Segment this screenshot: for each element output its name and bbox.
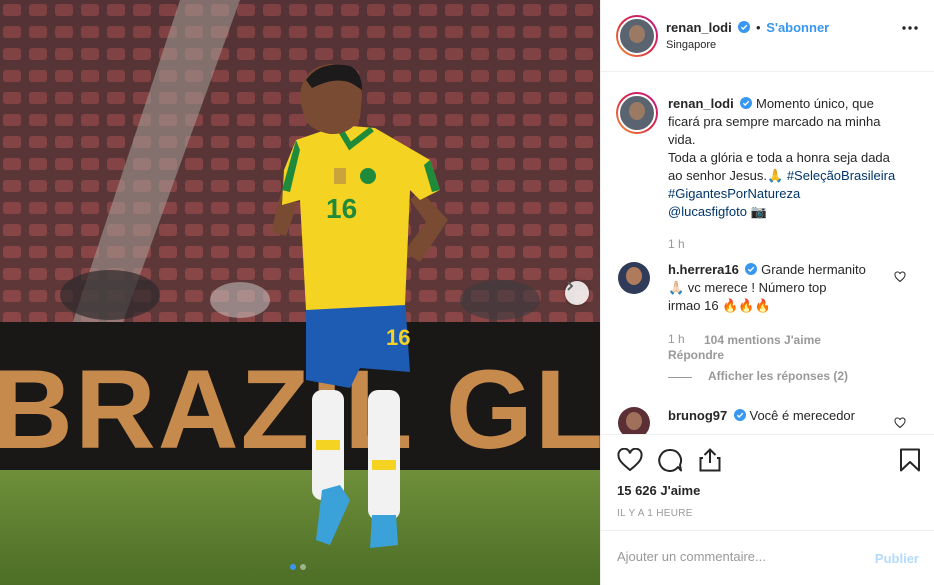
post-timestamp[interactable]: IL Y A 1 HEURE xyxy=(617,508,693,519)
carousel-dot xyxy=(300,564,306,570)
caption-time[interactable]: 1 h xyxy=(668,237,685,251)
caption-line: vida. xyxy=(668,132,696,147)
banner-text: BRAZIL GLOBA xyxy=(0,347,600,472)
comment-text: Grande hermanito xyxy=(761,262,866,277)
like-heart-icon[interactable] xyxy=(617,448,643,472)
save-bookmark-icon[interactable] xyxy=(899,448,921,472)
caption-username[interactable]: renan_lodi xyxy=(668,96,734,111)
verified-badge-icon xyxy=(738,21,751,33)
caption-avatar[interactable] xyxy=(616,92,658,134)
caption-line: Momento único, que xyxy=(756,96,874,111)
caption: renan_lodi Momento único, que ficará pra… xyxy=(668,95,923,221)
camera-emoji: 📷 xyxy=(750,204,767,219)
likes-count[interactable]: 15 626 J'aime xyxy=(617,483,700,498)
hashtag-link[interactable]: #SeleçãoBrasileira xyxy=(787,168,895,183)
reply-button[interactable]: Répondre xyxy=(668,348,724,362)
more-options-icon[interactable] xyxy=(902,26,918,30)
share-icon[interactable] xyxy=(698,448,722,472)
post-location[interactable]: Singapore xyxy=(666,39,716,51)
comment-input[interactable] xyxy=(617,549,857,564)
author-username[interactable]: renan_lodi xyxy=(666,20,732,35)
publish-button[interactable]: Publier xyxy=(875,551,919,566)
hashtag-link[interactable]: #GigantesPorNatureza xyxy=(668,186,800,201)
replies-divider xyxy=(668,377,692,378)
comment: brunog97 Você é merecedor xyxy=(668,407,893,425)
chevron-right-icon xyxy=(567,281,574,291)
post-header: renan_lodi • S'abonner Singapore xyxy=(601,0,934,72)
commenter-avatar[interactable] xyxy=(618,262,650,294)
caption-line: ao senhor Jesus.🙏 xyxy=(668,168,784,183)
mention-link[interactable]: @lucasfigfoto xyxy=(668,204,747,219)
comment-username[interactable]: h.herrera16 xyxy=(668,262,739,277)
comment-bubble-icon[interactable] xyxy=(657,448,683,472)
stadium-photo: BRAZIL GLOBA 16 16 xyxy=(0,0,600,585)
comment-text: Você é merecedor xyxy=(749,408,855,423)
carousel-dots xyxy=(290,564,306,570)
comment-likes[interactable]: 104 mentions J'aime xyxy=(704,333,821,347)
comment-username[interactable]: brunog97 xyxy=(668,408,727,423)
comment-time[interactable]: 1 h xyxy=(668,332,685,346)
post-actions: 15 626 J'aime IL Y A 1 HEURE xyxy=(601,434,934,530)
author-avatar[interactable] xyxy=(616,15,658,57)
jersey-number: 16 xyxy=(326,193,357,224)
post-panel: renan_lodi • S'abonner Singapore renan_l… xyxy=(600,0,934,585)
verified-badge-icon xyxy=(733,409,746,421)
like-comment-heart-icon[interactable] xyxy=(894,417,906,429)
comment: h.herrera16 Grande hermanito 🙏🏻 vc merec… xyxy=(668,261,893,315)
follow-button[interactable]: S'abonner xyxy=(766,20,829,35)
caption-line: Toda a glória e toda a honra seja dada xyxy=(668,150,890,165)
comment-composer: Publier xyxy=(601,530,934,585)
show-replies-button[interactable]: Afficher les réponses (2) xyxy=(708,369,848,383)
next-photo-button[interactable] xyxy=(565,281,589,305)
verified-badge-icon xyxy=(740,97,753,109)
caption-line: ficará pra sempre marcado na minha xyxy=(668,114,881,129)
shorts-number: 16 xyxy=(386,325,410,350)
comment-text: 🙏🏻 vc merece ! Número top xyxy=(668,280,827,295)
comments-list[interactable]: renan_lodi Momento único, que ficará pra… xyxy=(601,72,934,434)
post-photo[interactable]: BRAZIL GLOBA 16 16 xyxy=(0,0,600,585)
like-comment-heart-icon[interactable] xyxy=(894,271,906,283)
commenter-avatar[interactable] xyxy=(618,407,650,434)
carousel-dot-active xyxy=(290,564,296,570)
comment-text: irmao 16 🔥🔥🔥 xyxy=(668,298,771,313)
verified-badge-icon xyxy=(745,263,758,275)
